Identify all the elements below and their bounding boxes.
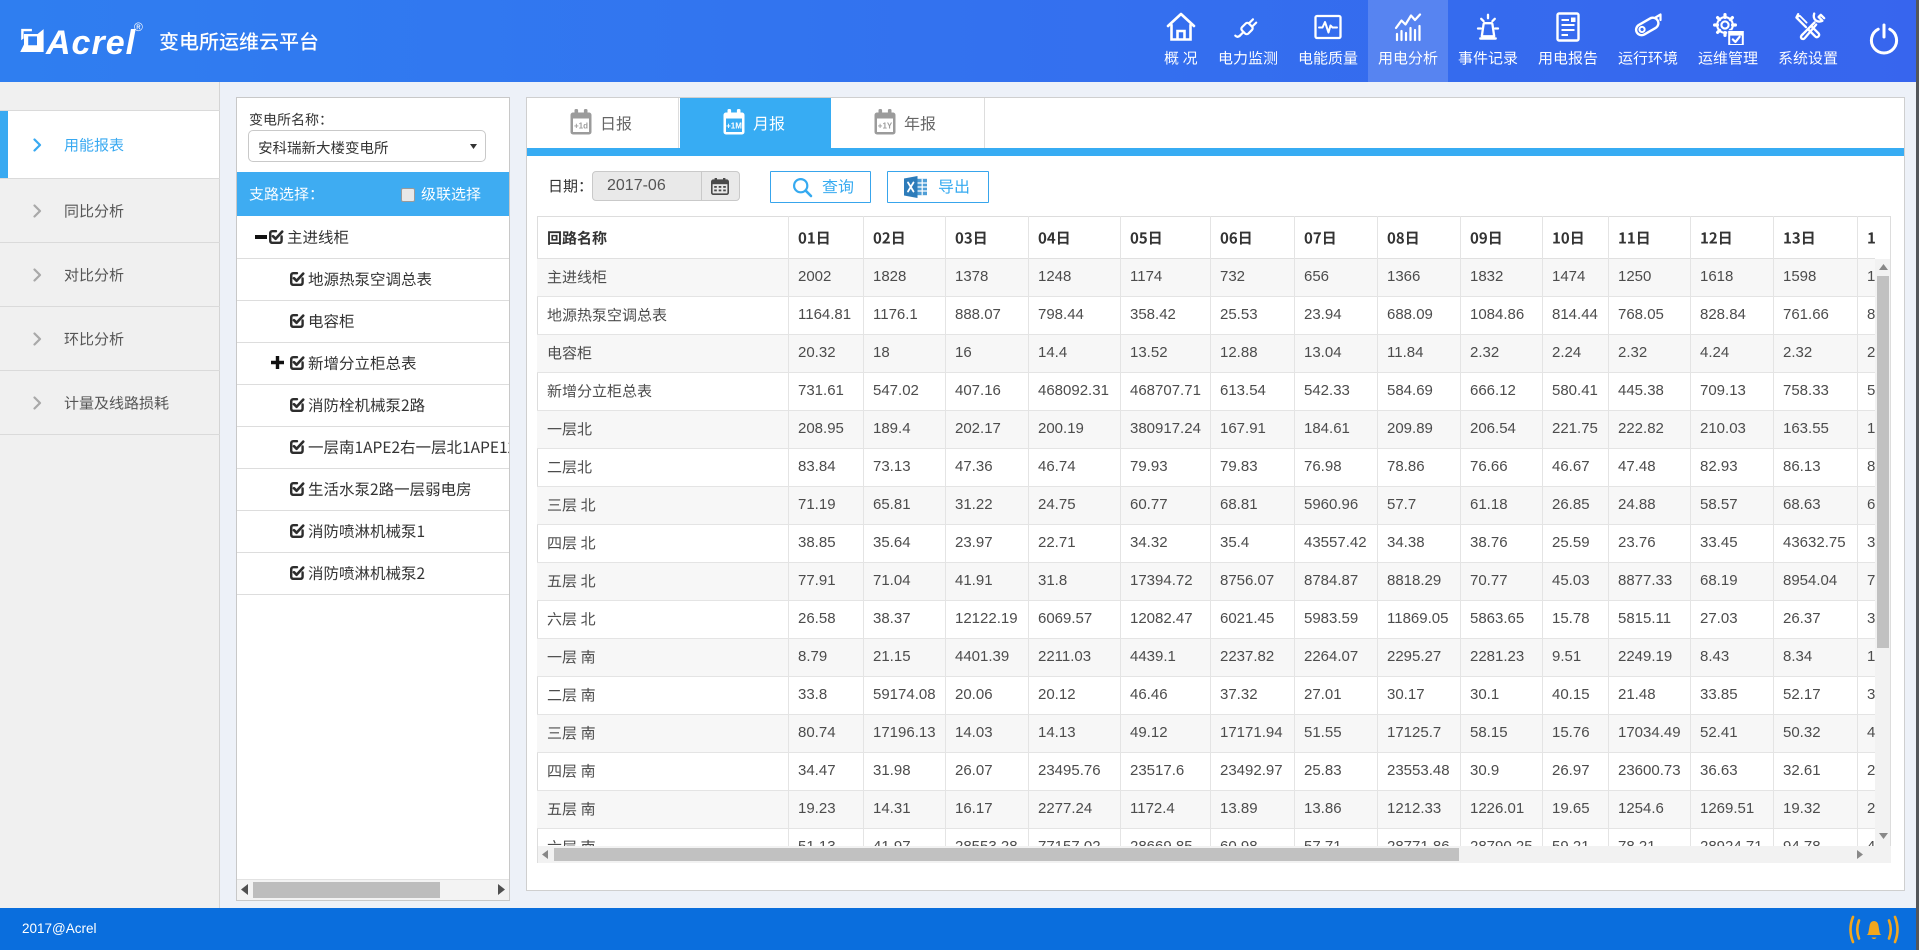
svg-text:+1M: +1M: [726, 122, 742, 131]
svg-text:+1Y: +1Y: [878, 122, 893, 131]
svg-text:+1d: +1d: [574, 122, 588, 131]
